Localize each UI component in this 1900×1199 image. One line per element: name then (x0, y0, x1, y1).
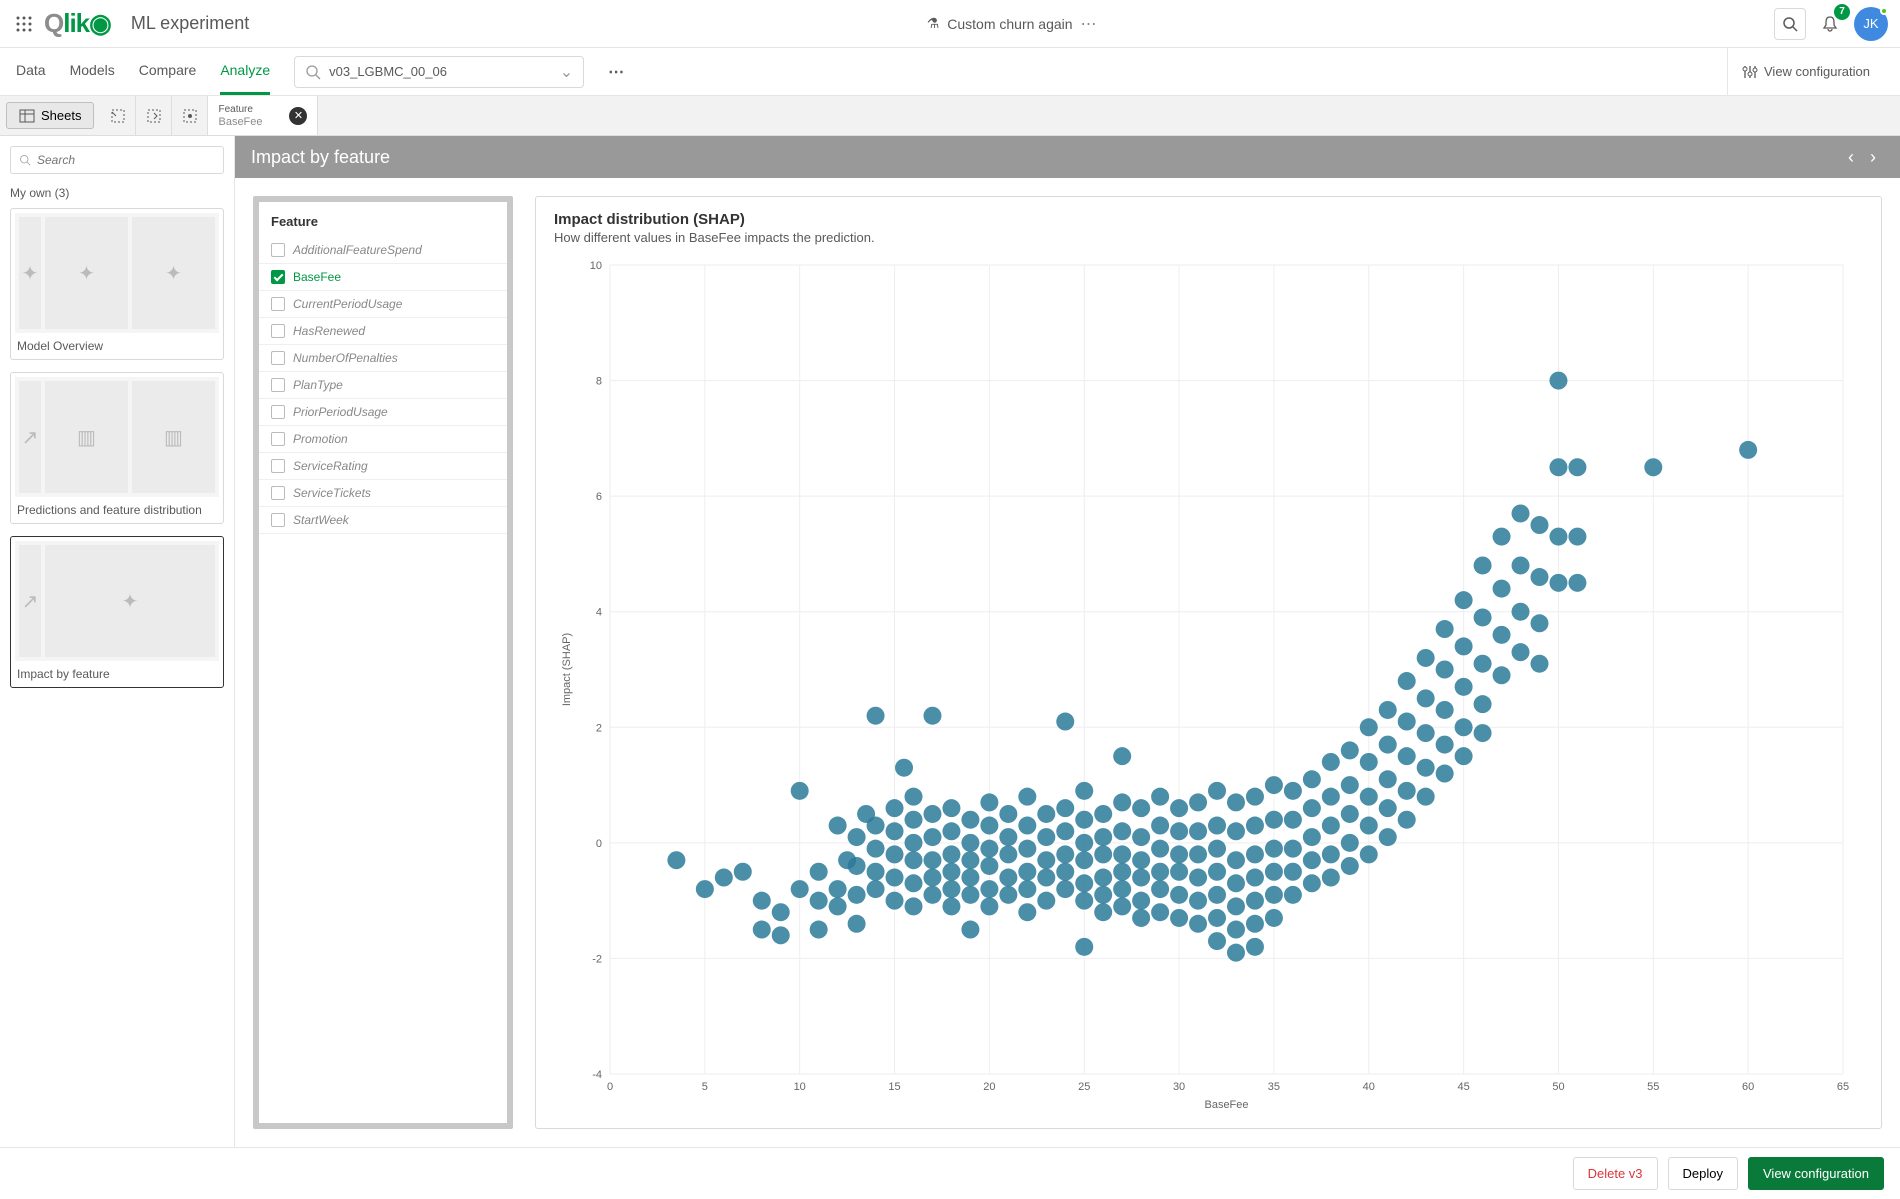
svg-text:0: 0 (596, 838, 602, 850)
search-icon[interactable] (1774, 8, 1806, 40)
svg-text:10: 10 (794, 1081, 806, 1093)
sheets-icon (19, 108, 35, 124)
close-icon[interactable]: ✕ (289, 107, 307, 125)
delete-button[interactable]: Delete v3 (1573, 1157, 1658, 1190)
flask-icon: ⚗ (927, 15, 940, 32)
chart-subtitle: How different values in BaseFee impacts … (554, 230, 1863, 245)
feature-chip[interactable]: Feature BaseFee ✕ (208, 96, 318, 135)
prev-sheet-icon[interactable]: ‹ (1840, 147, 1862, 168)
qlik-logo: Qlik◉ (44, 8, 111, 39)
feature-item[interactable]: ServiceTickets (259, 480, 507, 507)
svg-text:Impact (SHAP): Impact (SHAP) (561, 633, 573, 706)
notifications-icon[interactable]: 7 (1814, 8, 1846, 40)
tab-compare[interactable]: Compare (139, 48, 197, 95)
checkbox[interactable] (271, 486, 285, 500)
checkbox[interactable] (271, 513, 285, 527)
avatar[interactable]: JK (1854, 7, 1888, 41)
app-launcher-icon[interactable] (12, 12, 36, 36)
checkbox[interactable] (271, 324, 285, 338)
sliders-icon (1742, 64, 1758, 80)
view-configuration-link[interactable]: View configuration (1727, 48, 1884, 95)
tab-data[interactable]: Data (16, 48, 46, 95)
chart-panel: Impact distribution (SHAP) How different… (535, 196, 1882, 1129)
svg-text:10: 10 (590, 260, 602, 272)
feature-item[interactable]: HasRenewed (259, 318, 507, 345)
svg-text:60: 60 (1742, 1081, 1754, 1093)
svg-text:35: 35 (1268, 1081, 1280, 1093)
next-sheet-icon[interactable]: › (1862, 147, 1884, 168)
checkbox[interactable] (271, 297, 285, 311)
svg-text:45: 45 (1457, 1081, 1469, 1093)
feature-item[interactable]: CurrentPeriodUsage (259, 291, 507, 318)
svg-text:-4: -4 (592, 1069, 602, 1081)
feature-item[interactable]: PriorPeriodUsage (259, 399, 507, 426)
feature-item[interactable]: Promotion (259, 426, 507, 453)
feature-item[interactable]: StartWeek (259, 507, 507, 534)
search-input[interactable] (10, 146, 224, 174)
feature-panel: Feature AdditionalFeatureSpendBaseFeeCur… (253, 196, 513, 1129)
svg-text:20: 20 (983, 1081, 995, 1093)
deploy-button[interactable]: Deploy (1668, 1157, 1738, 1190)
svg-text:40: 40 (1363, 1081, 1375, 1093)
notif-count: 7 (1834, 4, 1850, 20)
svg-text:55: 55 (1647, 1081, 1659, 1093)
scatter-chart[interactable]: 0 5 10 15 20 25 30 35 40 45 50 55 60 65 -4 -2 0 2 4 6 8 10 Bas… (554, 255, 1863, 1114)
chevron-down-icon: ⌄ (560, 62, 573, 82)
clear-selections-icon[interactable] (100, 96, 136, 135)
svg-text:2: 2 (596, 722, 602, 734)
checkbox[interactable] (271, 270, 285, 284)
feature-item[interactable]: PlanType (259, 372, 507, 399)
model-select[interactable]: v03_LGBMC_00_06 ⌄ (294, 56, 584, 88)
svg-text:30: 30 (1173, 1081, 1185, 1093)
svg-text:25: 25 (1078, 1081, 1090, 1093)
content-header: Impact by feature ‹ › (235, 136, 1900, 178)
step-back-icon[interactable] (136, 96, 172, 135)
tab-models[interactable]: Models (70, 48, 115, 95)
checkbox[interactable] (271, 351, 285, 365)
sheet-card[interactable]: ↗✦Impact by feature (10, 536, 224, 688)
sheet-card[interactable]: ↗▥▥Predictions and feature distribution (10, 372, 224, 524)
checkbox[interactable] (271, 243, 285, 257)
tab-analyze[interactable]: Analyze (220, 48, 270, 95)
search-icon (305, 64, 321, 80)
search-icon (19, 154, 31, 166)
svg-text:-2: -2 (592, 953, 602, 965)
svg-text:65: 65 (1837, 1081, 1849, 1093)
checkbox[interactable] (271, 378, 285, 392)
experiment-name[interactable]: ⚗ Custom churn again (927, 15, 1073, 32)
presence-dot (1880, 7, 1888, 15)
sheets-button[interactable]: Sheets (6, 102, 94, 129)
view-configuration-button[interactable]: View configuration (1748, 1157, 1884, 1190)
svg-text:15: 15 (888, 1081, 900, 1093)
checkbox[interactable] (271, 432, 285, 446)
step-forward-icon[interactable] (172, 96, 208, 135)
sheet-card[interactable]: ✦✦✦Model Overview (10, 208, 224, 360)
feature-item[interactable]: ServiceRating (259, 453, 507, 480)
svg-text:8: 8 (596, 376, 602, 388)
svg-text:0: 0 (607, 1081, 613, 1093)
svg-text:6: 6 (596, 491, 602, 503)
more-icon[interactable]: ⋯ (608, 62, 624, 82)
svg-text:50: 50 (1552, 1081, 1564, 1093)
feature-item[interactable]: BaseFee (259, 264, 507, 291)
feature-item[interactable]: AdditionalFeatureSpend (259, 237, 507, 264)
svg-text:4: 4 (596, 607, 602, 619)
checkbox[interactable] (271, 405, 285, 419)
more-icon[interactable]: ⋯ (1081, 14, 1097, 34)
feature-item[interactable]: NumberOfPenalties (259, 345, 507, 372)
chart-title: Impact distribution (SHAP) (554, 211, 1863, 228)
svg-text:5: 5 (702, 1081, 708, 1093)
page-title: ML experiment (131, 13, 249, 34)
myown-header: My own (3) (10, 186, 224, 200)
checkbox[interactable] (271, 459, 285, 473)
svg-text:BaseFee: BaseFee (1204, 1099, 1248, 1111)
